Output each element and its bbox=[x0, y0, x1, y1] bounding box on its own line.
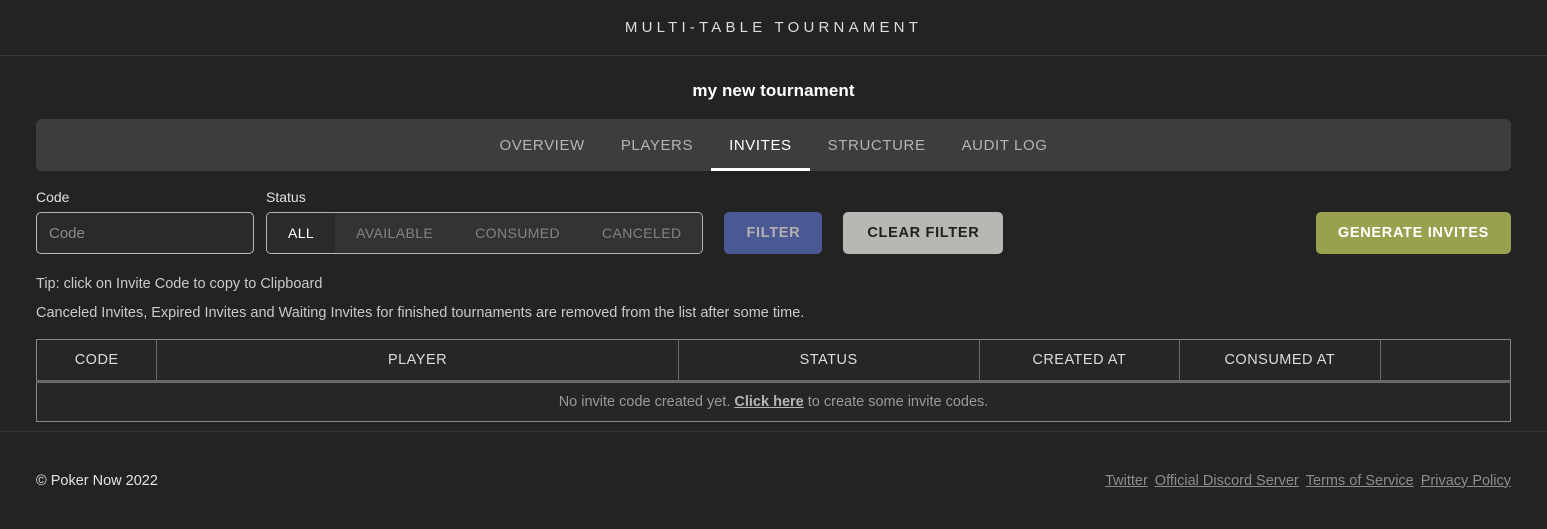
footer-link-terms[interactable]: Terms of Service bbox=[1306, 473, 1414, 489]
status-option-available[interactable]: AVAILABLE bbox=[335, 213, 455, 253]
status-option-all[interactable]: ALL bbox=[267, 213, 336, 253]
clear-filter-button[interactable]: CLEAR FILTER bbox=[843, 212, 1004, 254]
column-header-created-at: CREATED AT bbox=[979, 339, 1181, 383]
tab-bar: OVERVIEW PLAYERS INVITES STRUCTURE AUDIT… bbox=[36, 119, 1511, 171]
footer: © Poker Now 2022 Twitter Official Discor… bbox=[0, 431, 1547, 529]
empty-state-suffix: to create some invite codes. bbox=[803, 394, 989, 410]
invites-table: CODE PLAYER STATUS CREATED AT CONSUMED A… bbox=[36, 339, 1511, 422]
column-header-actions bbox=[1380, 339, 1511, 383]
tab-players[interactable]: PLAYERS bbox=[603, 119, 711, 171]
footer-link-privacy[interactable]: Privacy Policy bbox=[1421, 473, 1511, 489]
status-label: Status bbox=[266, 189, 306, 205]
code-label: Code bbox=[36, 189, 70, 205]
status-filter-group: Status ALL AVAILABLE CONSUMED CANCELED bbox=[266, 189, 704, 254]
page-title: my new tournament bbox=[692, 81, 855, 100]
status-option-consumed[interactable]: CONSUMED bbox=[454, 213, 582, 253]
column-header-status: STATUS bbox=[678, 339, 980, 383]
create-invite-codes-link[interactable]: Click here bbox=[734, 394, 803, 410]
app-header: MULTI-TABLE TOURNAMENT bbox=[0, 0, 1547, 56]
column-header-code: CODE bbox=[36, 339, 158, 383]
tab-audit-log[interactable]: AUDIT LOG bbox=[944, 119, 1066, 171]
table-empty-row: No invite code created yet. Click here t… bbox=[36, 381, 1511, 422]
app-title: MULTI-TABLE TOURNAMENT bbox=[624, 19, 923, 36]
tab-structure[interactable]: STRUCTURE bbox=[810, 119, 944, 171]
empty-state-cell: No invite code created yet. Click here t… bbox=[36, 381, 1511, 422]
code-filter-group: Code bbox=[36, 189, 254, 254]
column-header-consumed-at: CONSUMED AT bbox=[1179, 339, 1381, 383]
tip-copy-code: Tip: click on Invite Code to copy to Cli… bbox=[36, 276, 323, 292]
column-header-player: PLAYER bbox=[156, 339, 679, 383]
search-input[interactable] bbox=[36, 212, 254, 254]
footer-links: Twitter Official Discord Server Terms of… bbox=[1105, 473, 1511, 489]
generate-invites-button[interactable]: GENERATE INVITES bbox=[1315, 212, 1511, 254]
copyright-text: © Poker Now 2022 bbox=[36, 472, 158, 489]
page-content: my new tournament OVERVIEW PLAYERS INVIT… bbox=[0, 56, 1547, 422]
tip-removal-notice: Canceled Invites, Expired Invites and Wa… bbox=[36, 305, 805, 321]
footer-link-discord[interactable]: Official Discord Server bbox=[1155, 473, 1299, 489]
tab-invites[interactable]: INVITES bbox=[711, 119, 810, 171]
filter-bar: Code Status ALL AVAILABLE CONSUMED CANCE… bbox=[36, 189, 1511, 254]
filter-button[interactable]: FILTER bbox=[724, 212, 823, 254]
empty-state-prefix: No invite code created yet. bbox=[558, 394, 735, 410]
footer-link-twitter[interactable]: Twitter bbox=[1105, 473, 1148, 489]
table-header-row: CODE PLAYER STATUS CREATED AT CONSUMED A… bbox=[36, 339, 1511, 383]
status-option-canceled[interactable]: CANCELED bbox=[581, 213, 703, 253]
status-segmented-control: ALL AVAILABLE CONSUMED CANCELED bbox=[266, 212, 704, 254]
tab-overview[interactable]: OVERVIEW bbox=[481, 119, 602, 171]
